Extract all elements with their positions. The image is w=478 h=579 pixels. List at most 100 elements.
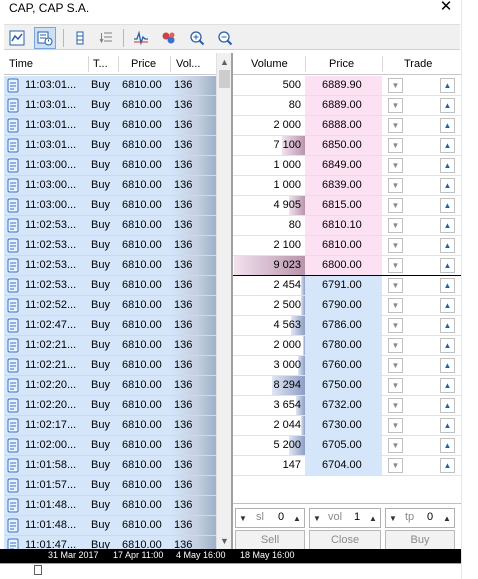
sell-limit-arrow-icon[interactable]: ▼ xyxy=(388,218,403,233)
tp-increase-icon[interactable]: ▲ xyxy=(440,509,454,527)
depth-price[interactable]: 6850.00 xyxy=(305,136,382,155)
ask-row[interactable]: 80 6889.00 ▼ ▲ xyxy=(233,96,461,116)
sell-limit-arrow-icon[interactable]: ▼ xyxy=(388,298,403,313)
bid-row[interactable]: 3 654 6732.00 ▼ ▲ xyxy=(233,396,461,416)
buy-limit-arrow-icon[interactable]: ▲ xyxy=(440,278,455,293)
bid-row[interactable]: 5 200 6705.00 ▼ ▲ xyxy=(233,436,461,456)
table-row[interactable]: 11:01:47... Buy 6810.00 136 xyxy=(4,536,216,549)
table-row[interactable]: 11:03:01... Buy 6810.00 136 xyxy=(4,116,216,136)
sell-limit-arrow-icon[interactable]: ▼ xyxy=(388,278,403,293)
table-row[interactable]: 11:01:48... Buy 6810.00 136 xyxy=(4,516,216,536)
reorder-list-icon[interactable] xyxy=(95,27,117,49)
sl-value[interactable]: 0 xyxy=(278,511,284,523)
ask-row[interactable]: 80 6810.10 ▼ ▲ xyxy=(233,216,461,236)
depth-price[interactable]: 6705.00 xyxy=(305,436,382,455)
zoom-in-icon[interactable] xyxy=(186,27,208,49)
table-row[interactable]: 11:02:53... Buy 6810.00 136 xyxy=(4,216,216,236)
depth-price[interactable]: 6704.00 xyxy=(305,456,382,475)
column-bar-icon[interactable] xyxy=(69,27,91,49)
ask-row[interactable]: 7 100 6850.00 ▼ ▲ xyxy=(233,136,461,156)
table-row[interactable]: 11:03:00... Buy 6810.00 136 xyxy=(4,196,216,216)
table-row[interactable]: 11:03:00... Buy 6810.00 136 xyxy=(4,156,216,176)
bid-row[interactable]: 2 454 6791.00 ▼ ▲ xyxy=(233,276,461,296)
scroll-thumb[interactable] xyxy=(219,70,230,88)
sell-limit-arrow-icon[interactable]: ▼ xyxy=(388,138,403,153)
bid-row[interactable]: 2 500 6790.00 ▼ ▲ xyxy=(233,296,461,316)
buy-limit-arrow-icon[interactable]: ▲ xyxy=(440,158,455,173)
table-row[interactable]: 11:02:21... Buy 6810.00 136 xyxy=(4,356,216,376)
table-row[interactable]: 11:01:48... Buy 6810.00 136 xyxy=(4,496,216,516)
buy-limit-arrow-icon[interactable]: ▲ xyxy=(440,338,455,353)
zoom-out-icon[interactable] xyxy=(214,27,236,49)
bid-row[interactable]: 2 000 6780.00 ▼ ▲ xyxy=(233,336,461,356)
depth-price[interactable]: 6810.10 xyxy=(305,216,382,235)
header-volume[interactable]: Vol... xyxy=(176,58,200,70)
bid-row[interactable]: 3 000 6760.00 ▼ ▲ xyxy=(233,356,461,376)
buy-limit-arrow-icon[interactable]: ▲ xyxy=(440,98,455,113)
depth-price[interactable]: 6815.00 xyxy=(305,196,382,215)
sell-button[interactable]: Sell xyxy=(235,530,305,550)
header-price[interactable]: Price xyxy=(131,58,156,70)
depth-price[interactable]: 6790.00 xyxy=(305,296,382,315)
buy-limit-arrow-icon[interactable]: ▲ xyxy=(440,198,455,213)
table-row[interactable]: 11:02:53... Buy 6810.00 136 xyxy=(4,256,216,276)
scroll-up-arrow-icon[interactable]: ▲ xyxy=(217,54,231,69)
buy-limit-arrow-icon[interactable]: ▲ xyxy=(440,358,455,373)
table-row[interactable]: 11:03:01... Buy 6810.00 136 xyxy=(4,96,216,116)
sell-limit-arrow-icon[interactable]: ▼ xyxy=(388,438,403,453)
table-row[interactable]: 11:03:01... Buy 6810.00 136 xyxy=(4,136,216,156)
sell-limit-arrow-icon[interactable]: ▼ xyxy=(388,358,403,373)
sl-decrease-icon[interactable]: ▼ xyxy=(236,509,250,527)
sell-limit-arrow-icon[interactable]: ▼ xyxy=(388,78,403,93)
table-row[interactable]: 11:03:00... Buy 6810.00 136 xyxy=(4,176,216,196)
depth-time-sales-icon[interactable] xyxy=(34,27,56,49)
ask-row[interactable]: 1 000 6849.00 ▼ ▲ xyxy=(233,156,461,176)
sell-limit-arrow-icon[interactable]: ▼ xyxy=(388,398,403,413)
depth-price[interactable]: 6732.00 xyxy=(305,396,382,415)
buy-limit-arrow-icon[interactable]: ▲ xyxy=(440,318,455,333)
table-row[interactable]: 11:02:52... Buy 6810.00 136 xyxy=(4,296,216,316)
table-row[interactable]: 11:02:53... Buy 6810.00 136 xyxy=(4,276,216,296)
buy-limit-arrow-icon[interactable]: ▲ xyxy=(440,238,455,253)
close-icon[interactable]: ✕ xyxy=(437,0,455,16)
tick-chart-icon[interactable] xyxy=(130,27,152,49)
color-dots-icon[interactable] xyxy=(158,27,180,49)
depth-price[interactable]: 6889.00 xyxy=(305,96,382,115)
header-time[interactable]: Time xyxy=(9,58,33,70)
depth-price[interactable]: 6800.00 xyxy=(305,256,382,275)
take-profit-spinner[interactable]: ▼ tp 0 ▲ xyxy=(385,508,455,528)
ask-row[interactable]: 2 000 6888.00 ▼ ▲ xyxy=(233,116,461,136)
table-row[interactable]: 11:02:47... Buy 6810.00 136 xyxy=(4,316,216,336)
tp-decrease-icon[interactable]: ▼ xyxy=(386,509,400,527)
buy-limit-arrow-icon[interactable]: ▲ xyxy=(440,398,455,413)
sell-limit-arrow-icon[interactable]: ▼ xyxy=(388,378,403,393)
depth-price[interactable]: 6760.00 xyxy=(305,356,382,375)
close-button[interactable]: Close xyxy=(309,530,381,550)
depth-price[interactable]: 6730.00 xyxy=(305,416,382,435)
ask-row[interactable]: 4 905 6815.00 ▼ ▲ xyxy=(233,196,461,216)
sell-limit-arrow-icon[interactable]: ▼ xyxy=(388,318,403,333)
buy-limit-arrow-icon[interactable]: ▲ xyxy=(440,178,455,193)
chart-mode-icon[interactable] xyxy=(6,27,28,49)
ask-row[interactable]: 1 000 6839.00 ▼ ▲ xyxy=(233,176,461,196)
sell-limit-arrow-icon[interactable]: ▼ xyxy=(388,158,403,173)
buy-limit-arrow-icon[interactable]: ▲ xyxy=(440,438,455,453)
bid-row[interactable]: 2 044 6730.00 ▼ ▲ xyxy=(233,416,461,436)
buy-limit-arrow-icon[interactable]: ▲ xyxy=(440,258,455,273)
volume-spinner[interactable]: ▼ vol 1 ▲ xyxy=(309,508,381,528)
buy-limit-arrow-icon[interactable]: ▲ xyxy=(440,298,455,313)
buy-limit-arrow-icon[interactable]: ▲ xyxy=(440,118,455,133)
sell-limit-arrow-icon[interactable]: ▼ xyxy=(388,338,403,353)
sell-limit-arrow-icon[interactable]: ▼ xyxy=(388,258,403,273)
ask-row[interactable]: 500 6889.90 ▼ ▲ xyxy=(233,76,461,96)
table-row[interactable]: 11:01:57... Buy 6810.00 136 xyxy=(4,476,216,496)
depth-price[interactable]: 6849.00 xyxy=(305,156,382,175)
vol-value[interactable]: 1 xyxy=(354,511,360,523)
buy-limit-arrow-icon[interactable]: ▲ xyxy=(440,458,455,473)
table-row[interactable]: 11:02:17... Buy 6810.00 136 xyxy=(4,416,216,436)
depth-price[interactable]: 6889.90 xyxy=(305,76,382,95)
depth-price[interactable]: 6750.00 xyxy=(305,376,382,395)
buy-button[interactable]: Buy xyxy=(385,530,455,550)
depth-price[interactable]: 6786.00 xyxy=(305,316,382,335)
table-row[interactable]: 11:02:20... Buy 6810.00 136 xyxy=(4,376,216,396)
